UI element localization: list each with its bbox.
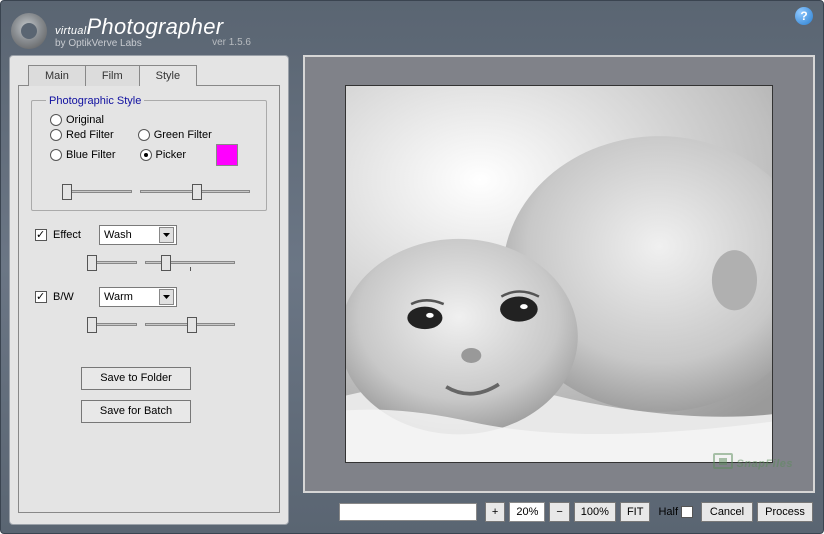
slider-track (62, 190, 132, 193)
app-logo-icon (11, 13, 47, 49)
select-value: Wash (104, 229, 159, 241)
slider-thumb[interactable] (187, 317, 197, 333)
bottom-toolbar: + 20% − 100% FIT Half Cancel Process (303, 499, 815, 525)
bw-label: B/W (53, 291, 93, 303)
preview-image[interactable] (345, 85, 773, 463)
radio-original[interactable]: Original (50, 114, 104, 126)
radio-dot-icon (140, 149, 152, 161)
slider-thumb[interactable] (192, 184, 202, 200)
watermark-icon (713, 453, 733, 469)
bw-checkbox[interactable] (35, 291, 47, 303)
save-buttons: Save to Folder Save for Batch (81, 367, 267, 423)
select-value: Warm (104, 291, 159, 303)
half-label: Half (658, 506, 678, 518)
slider-thumb[interactable] (62, 184, 72, 200)
cancel-button[interactable]: Cancel (701, 502, 753, 522)
half-checkbox[interactable] (681, 506, 693, 518)
process-button[interactable]: Process (757, 502, 813, 522)
zoom-out-button[interactable]: − (549, 502, 569, 522)
tab-film[interactable]: Film (85, 65, 140, 86)
preview-frame: SnapFiles (303, 55, 815, 493)
save-to-folder-button[interactable]: Save to Folder (81, 367, 191, 390)
slider-thumb[interactable] (161, 255, 171, 271)
chevron-down-icon (159, 227, 174, 243)
radio-dot-icon (50, 129, 62, 141)
zoom-in-button[interactable]: + (485, 502, 505, 522)
radio-blue-filter[interactable]: Blue Filter (50, 149, 116, 161)
right-area: SnapFiles + 20% − 100% FIT Half Cancel P… (289, 55, 815, 525)
radio-red-filter[interactable]: Red Filter (50, 129, 114, 141)
slider-track (145, 261, 235, 264)
watermark-text: SnapFiles (737, 458, 793, 470)
bw-slider-b[interactable] (145, 315, 235, 335)
tab-style[interactable]: Style (139, 65, 197, 86)
left-panel: Main Film Style Photographic Style Origi… (9, 55, 289, 525)
photographic-style-group: Photographic Style Original Red Filter G… (31, 100, 267, 211)
effect-label: Effect (53, 229, 93, 241)
radio-label: Picker (156, 149, 187, 161)
slider-tick (190, 267, 191, 271)
title-main: Photographer (86, 14, 223, 39)
bw-select[interactable]: Warm (99, 287, 177, 307)
header: virtualPhotographer by OptikVerve Labs (1, 1, 823, 55)
save-for-batch-button[interactable]: Save for Batch (81, 400, 191, 423)
tab-main[interactable]: Main (28, 65, 86, 86)
radio-label: Blue Filter (66, 149, 116, 161)
zoom-value: 20% (509, 502, 545, 522)
tab-bar: Main Film Style (28, 65, 280, 86)
bw-row: B/W Warm (35, 287, 267, 307)
app-window: virtualPhotographer by OptikVerve Labs v… (0, 0, 824, 534)
watermark: SnapFiles (713, 450, 793, 473)
slider-thumb[interactable] (87, 317, 97, 333)
zoom-fit-button[interactable]: FIT (620, 502, 651, 522)
style-slider-b[interactable] (140, 182, 250, 202)
version-label: ver 1.5.6 (212, 37, 251, 48)
radio-dot-icon (138, 129, 150, 141)
effect-select[interactable]: Wash (99, 225, 177, 245)
radio-label: Original (66, 114, 104, 126)
radio-picker[interactable]: Picker (140, 149, 187, 161)
fieldset-legend: Photographic Style (46, 95, 144, 107)
color-picker-swatch[interactable] (216, 144, 238, 166)
slider-thumb[interactable] (87, 255, 97, 271)
chevron-down-icon (159, 289, 174, 305)
progress-bar (339, 503, 477, 521)
radio-label: Red Filter (66, 129, 114, 141)
radio-dot-icon (50, 114, 62, 126)
effect-slider-b[interactable] (145, 253, 235, 273)
title-prefix: virtual (55, 25, 86, 37)
tab-content: Photographic Style Original Red Filter G… (18, 85, 280, 513)
title-block: virtualPhotographer by OptikVerve Labs (55, 14, 223, 49)
body: Main Film Style Photographic Style Origi… (1, 55, 823, 533)
half-option: Half (658, 506, 693, 518)
effect-slider-a[interactable] (87, 253, 137, 273)
effect-row: Effect Wash (35, 225, 267, 245)
zoom-100-button[interactable]: 100% (574, 502, 616, 522)
style-slider-a[interactable] (62, 182, 132, 202)
radio-label: Green Filter (154, 129, 212, 141)
radio-dot-icon (50, 149, 62, 161)
effect-checkbox[interactable] (35, 229, 47, 241)
app-title: virtualPhotographer (55, 14, 223, 40)
bw-slider-a[interactable] (87, 315, 137, 335)
radio-green-filter[interactable]: Green Filter (138, 129, 212, 141)
help-icon[interactable]: ? (795, 7, 813, 25)
